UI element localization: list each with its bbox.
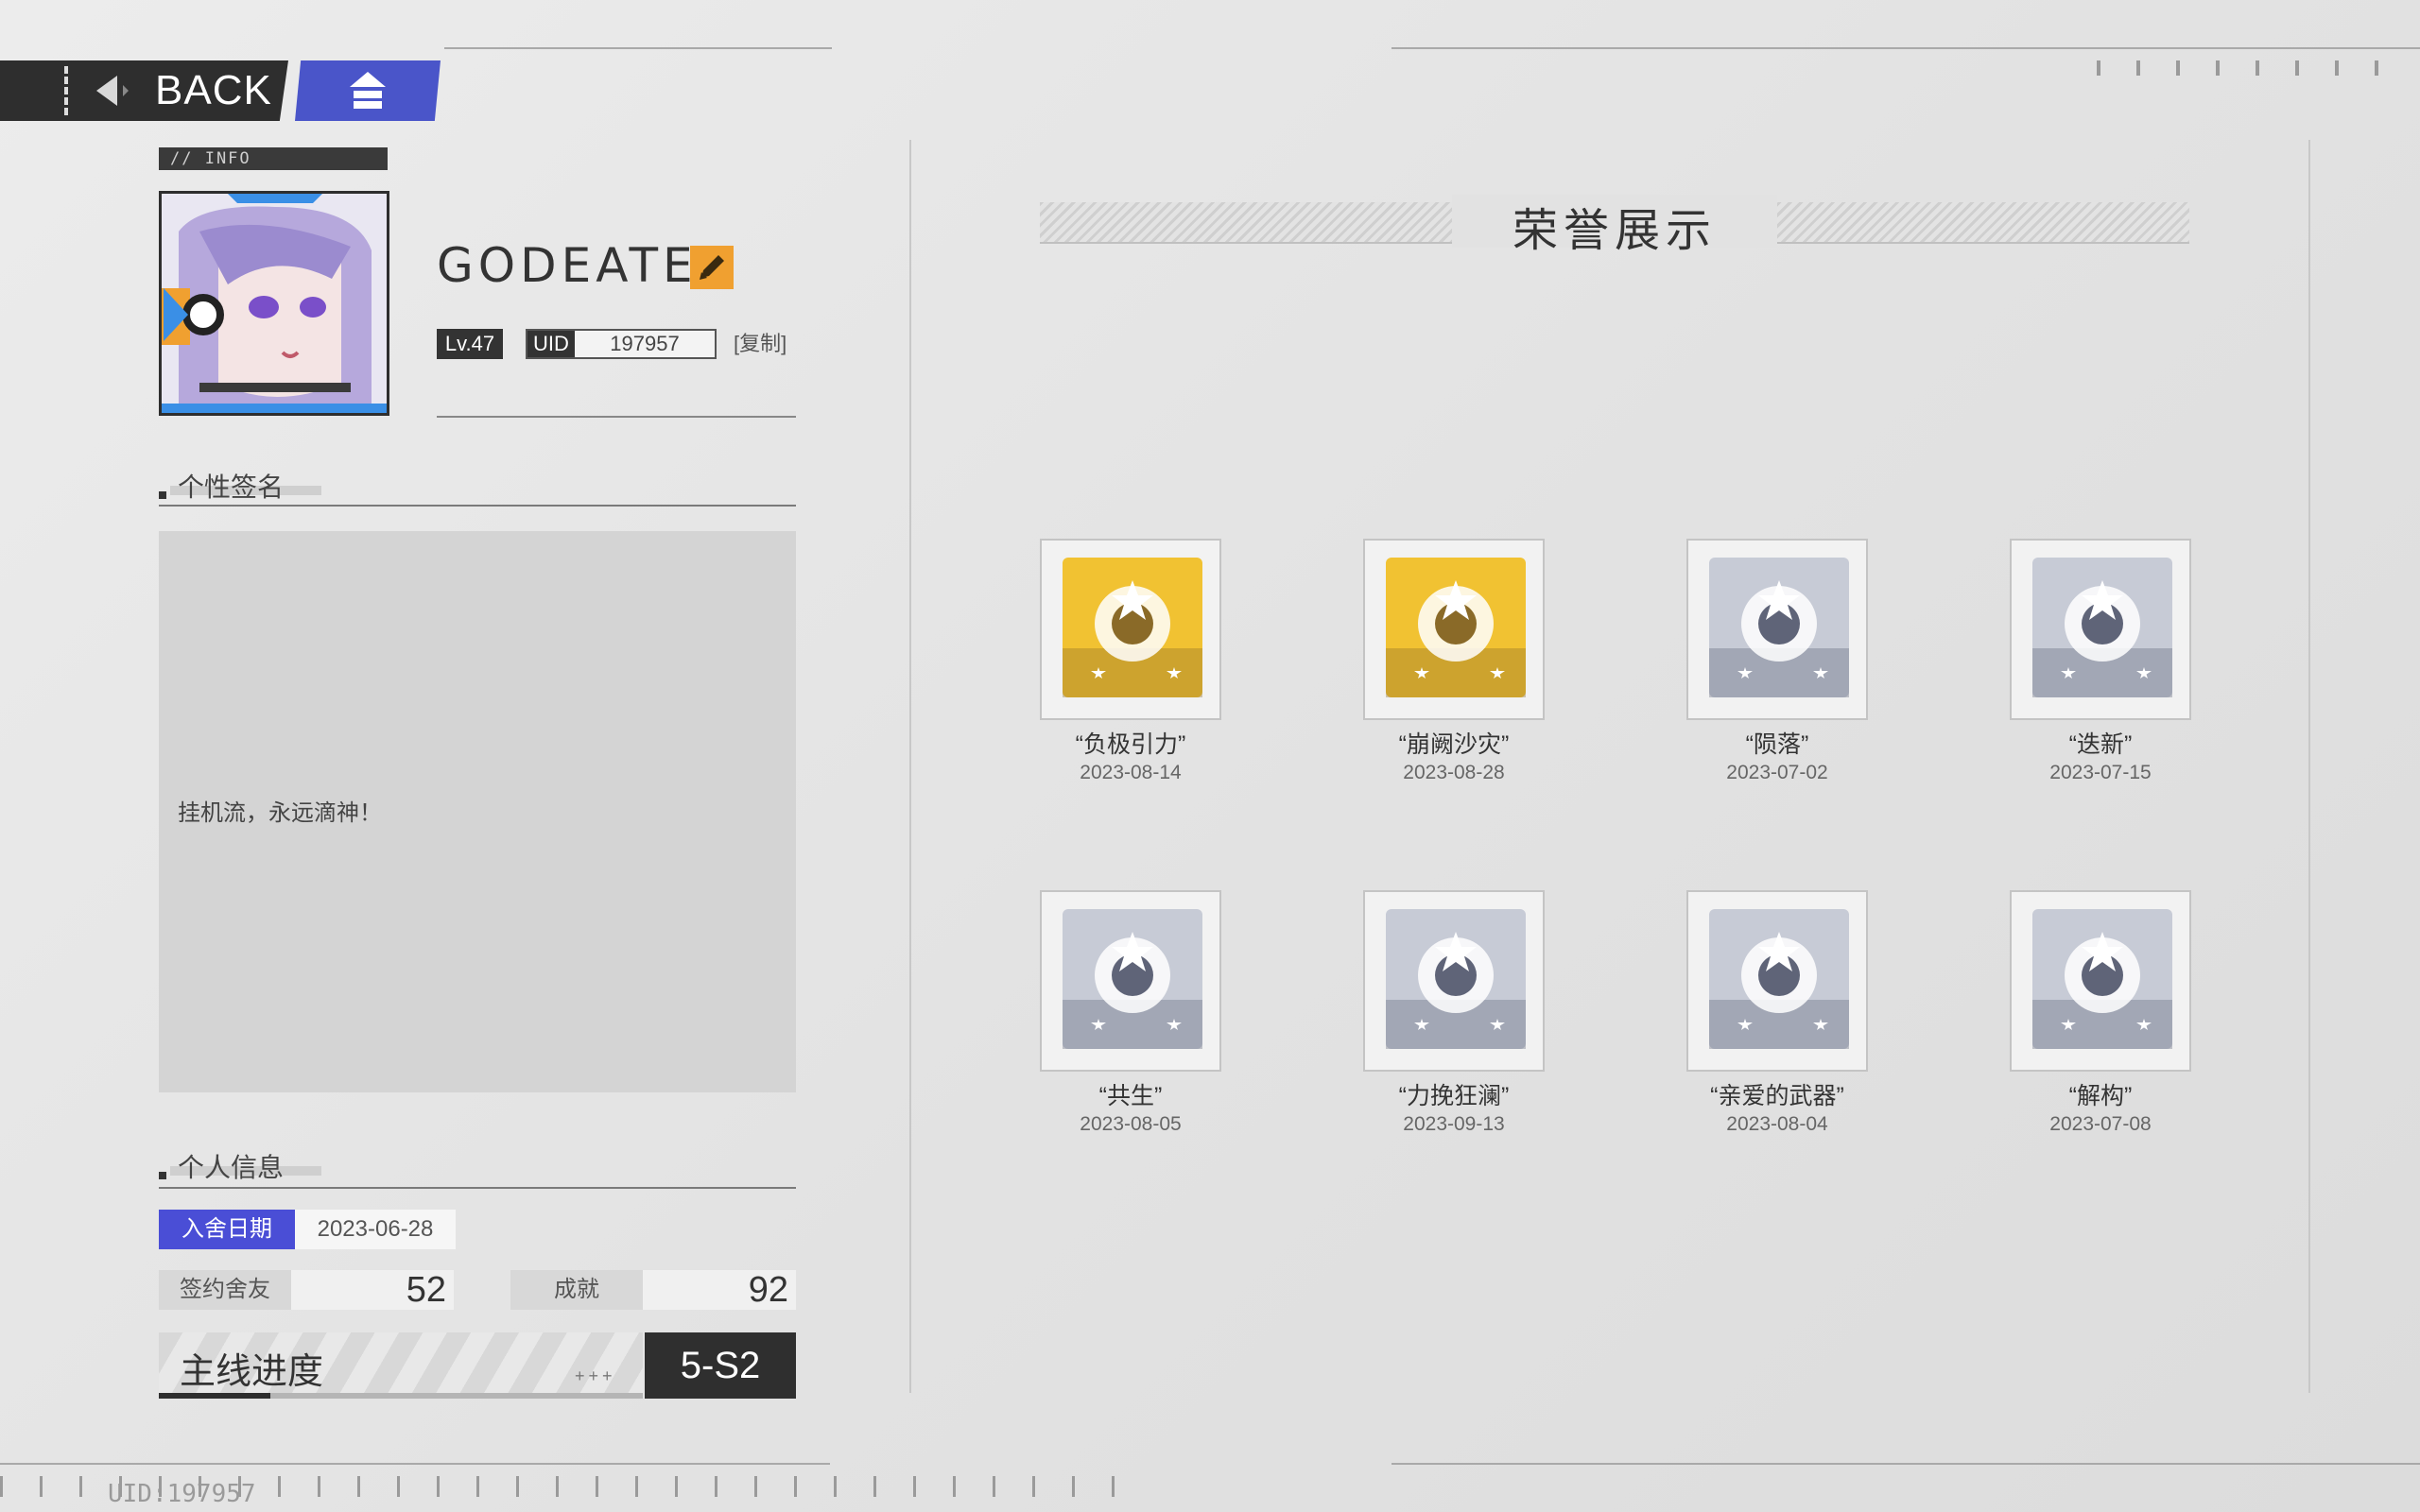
medal-name: “亲爱的武器” <box>1710 1083 1844 1109</box>
edit-name-icon[interactable] <box>690 246 734 289</box>
medal-card[interactable] <box>1686 539 1868 720</box>
medal-date: 2023-07-15 <box>2049 762 2152 783</box>
personal-rule <box>159 1187 796 1189</box>
medal-card[interactable] <box>2010 890 2191 1072</box>
join-date-label: 入舍日期 <box>159 1210 295 1249</box>
progress-label: 主线进度 <box>180 1352 324 1392</box>
avatar[interactable] <box>159 191 389 416</box>
medal-name: “陨落” <box>1745 731 1809 758</box>
medal-deconstruct-icon <box>2032 909 2172 1049</box>
medal-date: 2023-07-08 <box>2049 1113 2152 1135</box>
join-date-value: 2023-06-28 <box>295 1210 456 1249</box>
bottom-uid: UID:197957 <box>108 1480 256 1508</box>
medal-name: “力挽狂澜” <box>1398 1083 1510 1109</box>
medal-card[interactable] <box>1686 890 1868 1072</box>
medal-gravity-icon <box>1063 558 1202 697</box>
signature-title-dot <box>159 491 166 499</box>
signature-text: 挂机流，永远滴神！ <box>178 800 382 826</box>
copy-uid-button[interactable]: [复制] <box>734 329 786 359</box>
signature-box[interactable]: 挂机流，永远滴神！ <box>159 531 796 1092</box>
friends-stat: 签约舍友 52 <box>159 1270 454 1310</box>
back-arrow-icon <box>96 76 129 106</box>
achievements-stat: 成就 92 <box>510 1270 796 1310</box>
medal-date: 2023-07-02 <box>1726 762 1828 783</box>
progress-track <box>159 1393 643 1399</box>
medal-weapon-icon <box>1709 909 1849 1049</box>
medal-symbiosis-icon <box>1063 909 1202 1049</box>
friends-label: 签约舍友 <box>159 1270 291 1310</box>
top-ruler-decoration <box>2097 60 2399 76</box>
honor-title: 荣誉展示 <box>1512 206 1717 256</box>
medal-card[interactable] <box>1363 539 1545 720</box>
name-underline <box>437 416 796 418</box>
main-progress[interactable]: 主线进度 +++ 5-S2 <box>159 1332 796 1399</box>
back-button[interactable]: BACK <box>0 60 288 121</box>
achievements-label: 成就 <box>510 1270 643 1310</box>
bottom-right-frame-line <box>1392 1463 2420 1465</box>
medal-card[interactable] <box>2010 539 2191 720</box>
medal-card[interactable] <box>1363 890 1545 1072</box>
info-tag: // INFO <box>159 147 388 170</box>
signature-title: 个性签名 <box>178 472 285 502</box>
medal-date: 2023-08-28 <box>1403 762 1505 783</box>
back-button-divider <box>64 66 68 115</box>
medal-renew-icon <box>2032 558 2172 697</box>
medal-card[interactable] <box>1040 539 1221 720</box>
home-icon <box>350 72 386 109</box>
top-left-frame-line <box>444 47 832 49</box>
back-button-label: BACK <box>155 67 272 113</box>
friends-value: 52 <box>406 1270 446 1310</box>
level-badge: Lv.47 <box>437 329 503 359</box>
home-button[interactable] <box>295 60 441 121</box>
medal-date: 2023-08-05 <box>1080 1113 1182 1135</box>
pencil-icon <box>700 255 724 280</box>
medal-fall-icon <box>1709 558 1849 697</box>
uid-label: UID <box>527 331 575 357</box>
achievements-value: 92 <box>748 1270 788 1310</box>
progress-fill <box>159 1393 270 1399</box>
medal-name: “负极引力” <box>1075 731 1186 758</box>
bottom-left-frame-line <box>0 1463 830 1465</box>
avatar-character-icon <box>162 194 387 413</box>
medal-sand-icon <box>1386 558 1526 697</box>
medal-name: “迭新” <box>2068 731 2133 758</box>
top-right-frame-line <box>1392 47 2420 49</box>
medal-date: 2023-08-14 <box>1080 762 1182 783</box>
uid-value: 197957 <box>610 332 680 355</box>
medal-tide-icon <box>1386 909 1526 1049</box>
personal-title-dot <box>159 1172 166 1179</box>
medal-card[interactable] <box>1040 890 1221 1072</box>
personal-title: 个人信息 <box>178 1153 285 1182</box>
medal-name: “崩阙沙灾” <box>1398 731 1510 758</box>
uid-box: UID 197957 <box>526 329 717 359</box>
medal-name: “解构” <box>2068 1083 2133 1109</box>
medal-date: 2023-08-04 <box>1726 1113 1828 1135</box>
progress-plus: +++ <box>575 1366 616 1385</box>
progress-value: 5-S2 <box>645 1332 796 1399</box>
signature-rule <box>159 505 796 507</box>
medal-name: “共生” <box>1098 1083 1163 1109</box>
medal-date: 2023-09-13 <box>1403 1113 1505 1135</box>
